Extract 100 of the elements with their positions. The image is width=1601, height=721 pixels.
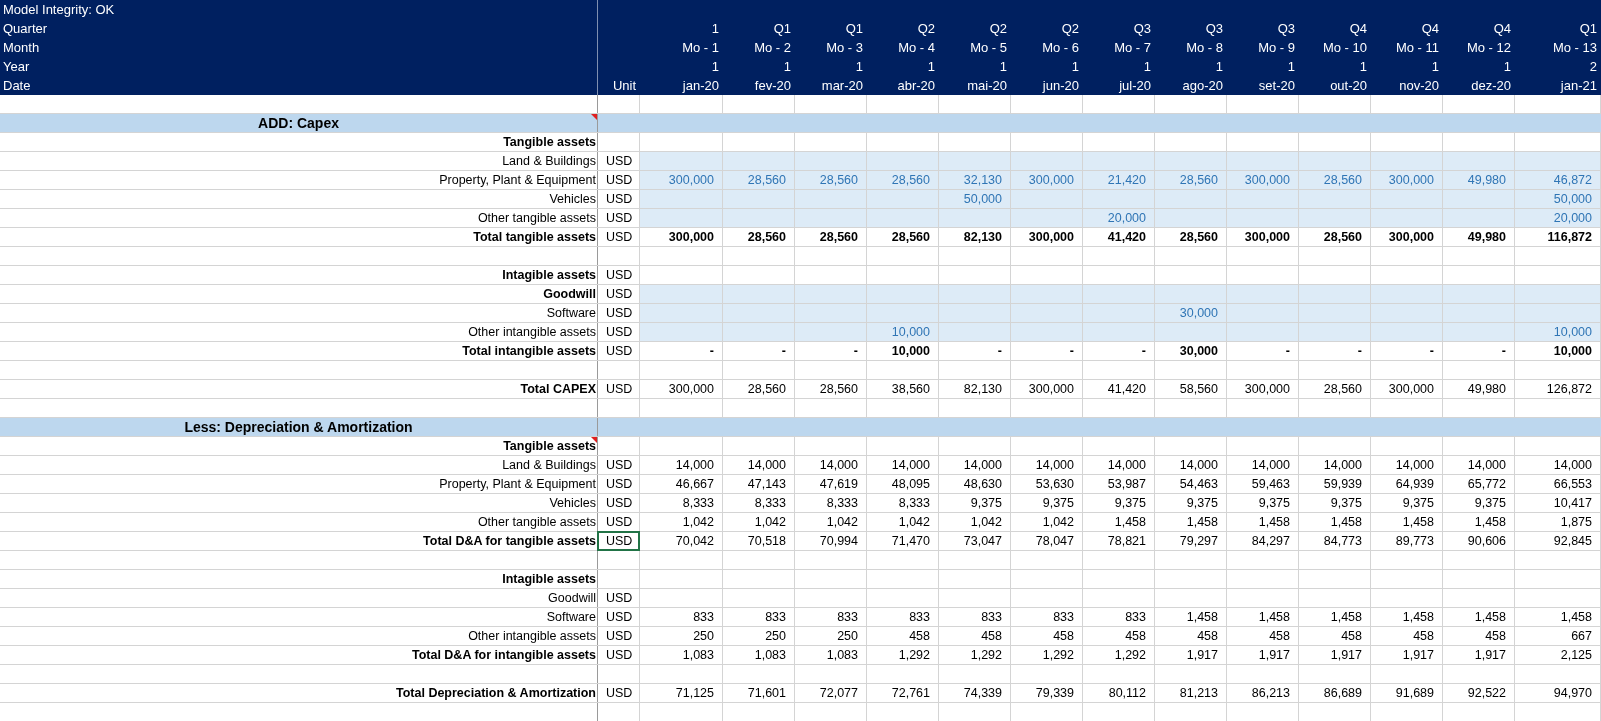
table-cell-text: 1,917	[1185, 647, 1219, 664]
header-cell: Mo - 1	[682, 40, 719, 55]
unit-cell[interactable]: USD	[598, 456, 639, 474]
table-cell-text: -	[1140, 343, 1147, 360]
header-cell: Mo - 2	[754, 40, 791, 55]
table-cell-text: 59,463	[1250, 476, 1291, 493]
table-cell-text: 1,292	[1041, 647, 1075, 664]
unit-cell[interactable]: USD	[598, 228, 639, 246]
unit-cell[interactable]: USD	[598, 190, 639, 208]
table-cell-text: 74,339	[962, 685, 1003, 702]
header-cell: 1	[999, 59, 1007, 74]
table-cell-text: 8,333	[825, 495, 859, 512]
table-cell-text: 1,042	[969, 514, 1003, 531]
table-cell-text: 250	[836, 628, 859, 645]
unit-cell[interactable]: USD	[598, 684, 639, 702]
table-cell-text: 2,125	[1559, 647, 1593, 664]
table-cell-text: 1,042	[681, 514, 715, 531]
table-cell-text: 28,560	[746, 229, 787, 246]
table-cell-text: -	[1068, 343, 1075, 360]
unit-cell[interactable]: USD	[598, 627, 639, 645]
table-cell-text: 49,980	[1466, 381, 1507, 398]
table-cell-text: 9,375	[1329, 495, 1363, 512]
unit-cell[interactable]: USD	[598, 608, 639, 626]
table-cell-text: 1,083	[753, 647, 787, 664]
unit-cell[interactable]: USD	[598, 646, 639, 664]
table-cell-text: 1,042	[1041, 514, 1075, 531]
table-cell-text: 47,143	[746, 476, 787, 493]
header-cell: set-20	[1258, 78, 1295, 93]
table-cell: 28,560	[867, 171, 938, 189]
unit-cell[interactable]: USD	[598, 342, 639, 360]
table-cell-text: 1,292	[1113, 647, 1147, 664]
header-cell: Mo - 10	[1322, 40, 1367, 55]
header-cell: 1	[783, 59, 791, 74]
table-cell-text: 78,047	[1034, 533, 1075, 550]
row-label: Software	[545, 609, 597, 626]
unit-cell[interactable]: USD	[598, 152, 639, 170]
row-label: Other tangible assets	[476, 210, 597, 227]
table-cell-text: 53,987	[1106, 476, 1147, 493]
table-cell-text: 833	[836, 609, 859, 626]
table-cell-text: 1,458	[1185, 514, 1219, 531]
table-cell: 50,000	[1515, 190, 1600, 208]
unit-cell[interactable]: USD	[598, 532, 639, 550]
table-cell-text: 458	[1268, 628, 1291, 645]
table-cell-text: 1,083	[825, 647, 859, 664]
row-label: Software	[545, 305, 597, 322]
header-cell: mai-20	[967, 78, 1007, 93]
row-label: Vehicles	[548, 191, 597, 208]
table-cell-text: 126,872	[1545, 381, 1593, 398]
table-cell-text: 458	[1340, 628, 1363, 645]
unit-cell[interactable]: USD	[598, 304, 639, 322]
header-cell: Mo - 13	[1552, 40, 1597, 55]
unit-cell[interactable]: USD	[598, 285, 639, 303]
header-cell: Q3	[1133, 21, 1151, 36]
header-row-label: Date	[3, 78, 31, 93]
table-cell-text: 89,773	[1394, 533, 1435, 550]
unit-cell[interactable]: USD	[598, 513, 639, 531]
table-cell-text: 300,000	[1243, 229, 1291, 246]
table-cell-text: 28,560	[818, 381, 859, 398]
unit-cell[interactable]: USD	[598, 475, 639, 493]
header-cell: ago-20	[1182, 78, 1223, 93]
table-cell-text: 458	[1412, 628, 1435, 645]
header-cell: 1	[1359, 59, 1367, 74]
table-cell-text: 1,458	[1113, 514, 1147, 531]
table-cell-text: 1,458	[1185, 609, 1219, 626]
header-row-label: Month	[3, 40, 40, 55]
table-cell-text: 92,845	[1552, 533, 1593, 550]
header-cell: out-20	[1330, 78, 1367, 93]
unit-cell[interactable]: USD	[598, 494, 639, 512]
unit-cell[interactable]: USD	[598, 323, 639, 341]
header-cell: Mo - 8	[1186, 40, 1223, 55]
row-label: Goodwill	[542, 286, 597, 303]
unit-cell[interactable]: USD	[598, 380, 639, 398]
row-label: Property, Plant & Equipment	[438, 172, 597, 189]
table-cell-text: 1,083	[681, 647, 715, 664]
unit-cell[interactable]: USD	[598, 209, 639, 227]
row-label: Total Depreciation & Amortization	[395, 685, 597, 702]
table-cell-text: 300,000	[1027, 229, 1075, 246]
table-cell-text: 30,000	[1178, 343, 1219, 360]
table-cell-text: 8,333	[681, 495, 715, 512]
unit-cell[interactable]: USD	[598, 589, 639, 607]
table-cell-text: 116,872	[1546, 229, 1593, 246]
header-cell: Q3	[1205, 21, 1223, 36]
table-cell-text: 1,458	[1401, 514, 1435, 531]
header-cell: Mo - 12	[1466, 40, 1511, 55]
header-cell: Q1	[773, 21, 791, 36]
table-cell: 20,000	[1515, 209, 1600, 227]
table-cell-text: 10,417	[1552, 495, 1593, 512]
header-cell: 1	[1215, 59, 1223, 74]
table-cell-text: 58,560	[1178, 381, 1219, 398]
table-cell-text: 1,042	[897, 514, 931, 531]
row-label: Other intangible assets	[467, 628, 597, 645]
unit-cell[interactable]: USD	[598, 171, 639, 189]
row-label: Land & Buildings	[501, 457, 597, 474]
table-cell-text: -	[1356, 343, 1363, 360]
unit-cell[interactable]: USD	[598, 266, 639, 284]
header-cell: Mo - 3	[826, 40, 863, 55]
header-cell: 1	[1431, 59, 1439, 74]
row-label: Total intangible assets	[461, 343, 597, 360]
table-cell-text: 458	[1196, 628, 1219, 645]
table-cell-text: 48,095	[890, 476, 931, 493]
